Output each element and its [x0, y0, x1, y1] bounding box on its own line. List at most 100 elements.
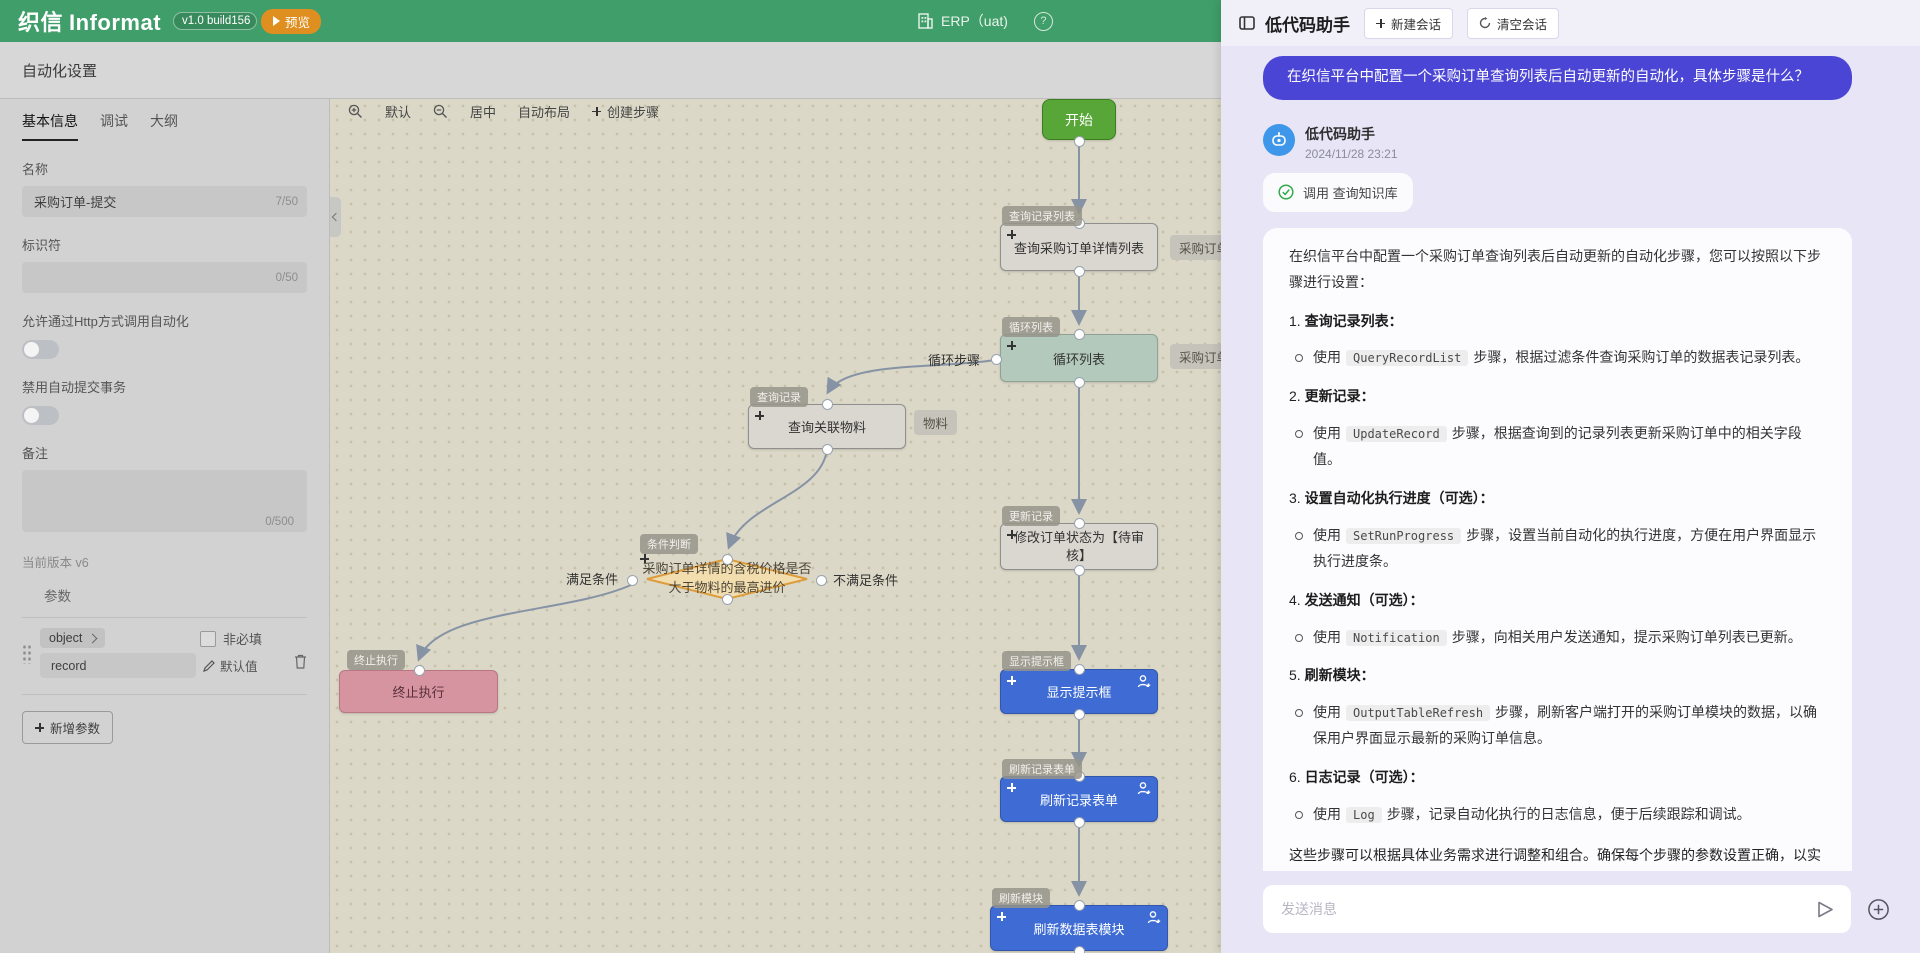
port[interactable] [1074, 266, 1085, 277]
param-type-select[interactable]: object [40, 628, 105, 648]
port[interactable] [1074, 946, 1085, 953]
port[interactable] [1074, 664, 1085, 675]
condition-label: 采购订单详情的含税价格是否大于物料的最高进价 [638, 560, 816, 598]
send-icon[interactable] [1816, 900, 1835, 919]
reply-outro: 这些步骤可以根据具体业务需求进行调整和组合。确保每个步骤的参数设置正确，以实现采… [1289, 843, 1826, 871]
add-step-icon[interactable] [1007, 676, 1016, 685]
message-list[interactable]: 在织信平台中配置一个采购订单查询列表后自动更新的自动化，具体步骤是什么？ 低代码… [1221, 46, 1920, 871]
panel-header: 自动化设置 [0, 42, 1221, 99]
add-step-icon[interactable] [997, 912, 1006, 921]
node-query-po-detail-list[interactable]: 查询采购订单详情列表 [1000, 223, 1158, 271]
identifier-input[interactable] [32, 269, 266, 286]
add-step-icon[interactable] [1007, 230, 1016, 239]
step-type-badge: 终止执行 [347, 650, 405, 670]
port[interactable] [1074, 518, 1085, 529]
help-icon[interactable]: ? [1034, 12, 1053, 31]
clear-session-button[interactable]: 清空会话 [1467, 8, 1559, 39]
check-circle-icon [1278, 184, 1294, 200]
bullet-icon [1295, 430, 1303, 438]
port[interactable] [816, 575, 827, 586]
remark-label: 备注 [22, 443, 307, 462]
reply-step-bullet: 使用UpdateRecord步骤，根据查询到的记录列表更新采购订单中的相关字段值… [1289, 421, 1826, 473]
node-refresh-form[interactable]: 刷新记录表单 [1000, 776, 1158, 822]
chat-input[interactable] [1263, 885, 1851, 933]
default-value-button[interactable]: 默认值 [203, 656, 258, 675]
http-call-toggle[interactable] [22, 340, 59, 359]
node-start[interactable]: 开始 [1042, 99, 1116, 140]
code-chip: OutputTableRefresh [1346, 705, 1490, 721]
port[interactable] [822, 444, 833, 455]
node-query-material[interactable]: 查询关联物料 [748, 404, 906, 449]
zoom-preset-button[interactable]: 默认 [385, 102, 411, 121]
add-step-icon[interactable] [640, 554, 649, 563]
port[interactable] [1074, 817, 1085, 828]
condition-false-label: 不满足条件 [833, 570, 898, 589]
preview-label: 预览 [285, 12, 310, 31]
node-refresh-table-module[interactable]: 刷新数据表模块 [990, 905, 1168, 951]
port[interactable] [722, 554, 733, 565]
port[interactable] [1074, 136, 1085, 147]
add-step-icon[interactable] [1007, 341, 1016, 350]
reply-step-bullet: 使用Notification步骤，向相关用户发送通知，提示采购订单列表已更新。 [1289, 625, 1826, 651]
optional-checkbox[interactable] [200, 631, 216, 647]
center-button[interactable]: 居中 [470, 102, 496, 121]
remark-counter: 0/500 [265, 516, 294, 528]
port[interactable] [1074, 709, 1085, 720]
port[interactable] [627, 575, 638, 586]
assignee-icon [1137, 782, 1151, 798]
node-update-status[interactable]: 修改订单状态为【待审核】 [1000, 523, 1158, 570]
plus-icon [1376, 19, 1385, 28]
environment-switcher[interactable]: ERP（uat) ? [918, 0, 1053, 42]
port[interactable] [1074, 565, 1085, 576]
add-step-icon[interactable] [1007, 783, 1016, 792]
plus-icon [35, 723, 44, 732]
port[interactable] [414, 665, 425, 676]
drag-handle-icon[interactable] [22, 644, 32, 664]
attach-icon[interactable] [1867, 898, 1890, 921]
identifier-counter: 0/50 [276, 272, 298, 284]
port[interactable] [822, 399, 833, 410]
node-loop-list[interactable]: 循环列表 [1000, 334, 1158, 382]
tab-basic-info[interactable]: 基本信息 [22, 111, 78, 141]
port[interactable] [722, 594, 733, 605]
tab-debug[interactable]: 调试 [100, 111, 128, 141]
add-param-button[interactable]: 新增参数 [22, 711, 113, 744]
clear-session-label: 清空会话 [1497, 14, 1547, 33]
message-input[interactable] [1279, 900, 1802, 918]
param-name-input[interactable] [49, 658, 214, 674]
node-terminate[interactable]: 终止执行 [339, 670, 498, 713]
node-label: 开始 [1065, 110, 1093, 130]
port[interactable] [1074, 900, 1085, 911]
flow-canvas[interactable]: 默认 居中 自动布局 创建步骤 [330, 99, 1221, 953]
add-step-icon[interactable] [1007, 530, 1016, 539]
port[interactable] [991, 354, 1002, 365]
port[interactable] [1074, 329, 1085, 340]
create-step-button[interactable]: 创建步骤 [592, 102, 659, 121]
remark-textarea[interactable]: 0/500 [22, 470, 307, 532]
add-step-icon[interactable] [755, 411, 764, 420]
disable-autocommit-toggle[interactable] [22, 406, 59, 425]
node-show-dialog[interactable]: 显示提示框 [1000, 669, 1158, 714]
node-condition[interactable]: 采购订单详情的含税价格是否大于物料的最高进价 [647, 559, 807, 599]
preview-button[interactable]: 预览 [261, 9, 321, 34]
node-label: 查询采购订单详情列表 [1014, 238, 1144, 257]
code-chip: UpdateRecord [1346, 426, 1447, 442]
zoom-in-icon[interactable] [348, 104, 363, 119]
port[interactable] [1074, 377, 1085, 388]
sidebar-collapse-handle[interactable] [330, 197, 341, 237]
code-chip: Notification [1346, 630, 1447, 646]
delete-param-icon[interactable] [294, 654, 307, 674]
tab-outline[interactable]: 大纲 [150, 111, 178, 141]
assistant-avatar [1263, 124, 1295, 156]
assistant-title: 低代码助手 [1265, 11, 1350, 36]
tool-call-chip[interactable]: 调用 查询知识库 [1263, 173, 1413, 212]
new-session-button[interactable]: 新建会话 [1364, 8, 1453, 39]
zoom-out-icon[interactable] [433, 104, 448, 119]
name-input[interactable] [32, 193, 266, 210]
default-value-label: 默认值 [220, 656, 258, 675]
panel-collapse-icon[interactable] [1239, 16, 1255, 30]
params-section-title: 参数 [44, 585, 307, 605]
auto-layout-button[interactable]: 自动布局 [518, 102, 570, 121]
logo-latin: Informat [69, 10, 161, 36]
app-logo: 织信 Informat [18, 5, 161, 37]
